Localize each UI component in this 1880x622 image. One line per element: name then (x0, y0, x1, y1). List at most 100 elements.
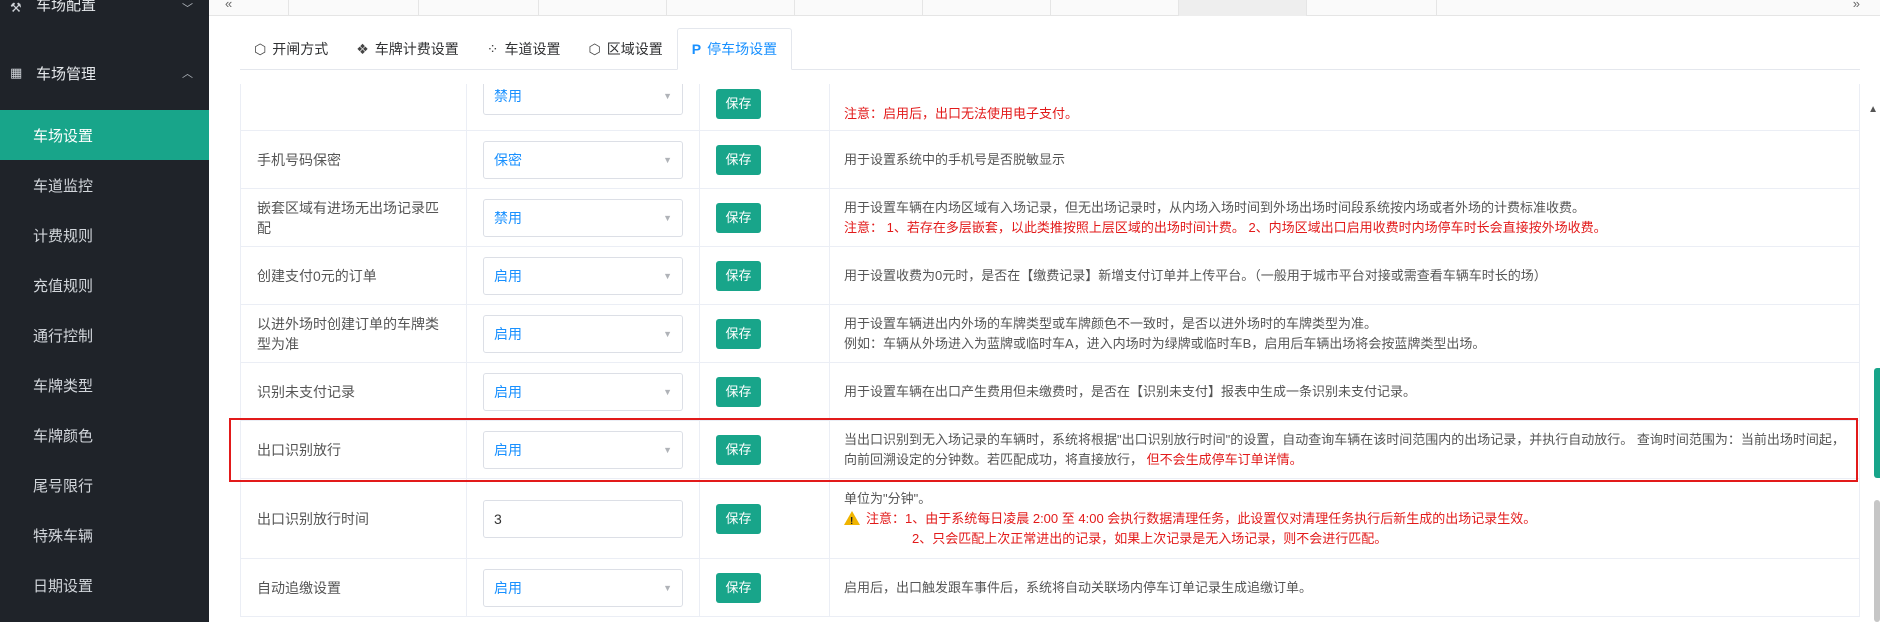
layers-icon: ❖ (356, 40, 369, 57)
sidebar-item-special-vehicles[interactable]: 特殊车辆 (0, 510, 209, 560)
select-value: 保密 (494, 151, 522, 168)
save-button[interactable]: 保存 (716, 144, 761, 175)
setting-select[interactable]: 启用 ▼ (483, 568, 683, 607)
select-value: 启用 (494, 441, 522, 458)
scroll-left-icon[interactable]: « (225, 0, 232, 11)
setting-select[interactable]: 禁用 ▼ (483, 84, 683, 115)
table-row: 嵌套区域有进场无出场记录匹配 禁用 ▼ 保存 用于设置车辆在内场区域有入场记录，… (240, 188, 1860, 247)
sidebar-item-label: 车场设置 (33, 127, 94, 145)
sidebar-item-recharge-rules[interactable]: 充值规则 (0, 260, 209, 310)
setting-note: 注意： 1、若存在多层嵌套，以此类推按照上层区域的出场时间计费。 2、内场区域出… (844, 219, 1607, 235)
setting-note: 注意：启用后，出口无法使用电子支付。 (844, 106, 1079, 121)
sidebar-item-label: 充值规则 (33, 277, 94, 295)
tab-area-settings[interactable]: ⬡ 区域设置 (575, 28, 677, 70)
setting-select[interactable]: 禁用 ▼ (483, 198, 683, 237)
page-tab[interactable] (289, 0, 419, 16)
chevron-down-icon: ▼ (663, 91, 672, 101)
chevron-down-icon: ▼ (663, 386, 672, 397)
chevron-down-icon: ▼ (663, 444, 672, 455)
page-tab[interactable] (1307, 0, 1437, 16)
page-tab[interactable] (1051, 0, 1179, 16)
parking-icon: P (691, 41, 702, 57)
setting-name: 嵌套区域有进场无出场记录匹配 (240, 188, 467, 247)
chevron-down-icon: ▼ (663, 212, 672, 223)
box-icon: ⬡ (588, 40, 601, 57)
chevron-down-icon: ▼ (663, 270, 672, 281)
sidebar-item-label: 日期设置 (33, 577, 94, 595)
save-button[interactable]: 保存 (716, 318, 761, 349)
select-value: 禁用 (494, 88, 522, 104)
floating-side-tab[interactable] (1874, 368, 1880, 478)
sidebar-item-access-control[interactable]: 通行控制 (0, 310, 209, 360)
page-tab[interactable] (539, 0, 667, 16)
setting-note: 2、只会匹配上次正常进出的记录，如果上次记录是无入场记录，则不会进行匹配。 (912, 530, 1388, 546)
setting-select[interactable]: 启用 ▼ (483, 314, 683, 353)
save-button[interactable]: 保存 (716, 260, 761, 291)
sidebar-group-label: 车场配置 (36, 0, 97, 14)
table-row: 出口识别放行 启用 ▼ 保存 当出口识别到无入场记录的车辆时，系统将根据"出口识… (240, 420, 1860, 479)
tab-label: 开闸方式 (272, 41, 329, 57)
save-button[interactable]: 保存 (716, 503, 761, 534)
setting-note-line: 注意：1、由于系统每日凌晨 2:00 至 4:00 会执行数据清理任务，此设置仅… (844, 509, 1845, 532)
table-row: 禁用 ▼ 保存 注意：启用后，出口无法使用电子支付。 (240, 84, 1860, 131)
sidebar-item-label: 车道监控 (33, 177, 94, 195)
sidebar-group-parking-manage[interactable]: ▦ 车场管理 ︿ (0, 50, 209, 96)
save-button[interactable]: 保存 (716, 376, 761, 407)
select-value: 启用 (494, 267, 522, 284)
setting-description: 单位为"分钟"。 (844, 490, 932, 506)
release-time-input[interactable]: 3 (483, 499, 683, 538)
tab-lane-settings[interactable]: ⁘ 车道设置 (473, 28, 575, 70)
setting-example: 例如：车辆从外场进入为蓝牌或临时车A，进入内场时为绿牌或临时车B，启用后车辆出场… (844, 335, 1486, 351)
tools-icon: ⚒ (10, 0, 22, 15)
save-button[interactable]: 保存 (716, 202, 761, 233)
settings-table: 禁用 ▼ 保存 注意：启用后，出口无法使用电子支付。 手机号码保密 保密 ▼ 保… (240, 84, 1860, 622)
chevron-down-icon: ▼ (663, 328, 672, 339)
chevron-up-icon: ︿ (182, 68, 193, 80)
table-row: 创建支付0元的订单 启用 ▼ 保存 用于设置收费为0元时，是否在【缴费记录】新增… (240, 246, 1860, 305)
table-row: 识别未支付记录 启用 ▼ 保存 用于设置车辆在出口产生费用但未缴费时，是否在【识… (240, 362, 1860, 421)
save-button[interactable]: 保存 (716, 434, 761, 465)
setting-name: 出口识别放行时间 (240, 478, 467, 559)
setting-description: 用于设置车辆进出内外场的车牌类型或车牌颜色不一致时，是否以进外场时的车牌类型为准… (844, 315, 1378, 331)
page-tab[interactable] (667, 0, 795, 16)
setting-select[interactable]: 启用 ▼ (483, 372, 683, 411)
setting-description: 用于设置车辆在内场区域有入场记录，但无出场记录时，从内场入场时间到外场出场时间段… (844, 199, 1586, 215)
page-tab[interactable] (419, 0, 539, 16)
setting-description: 用于设置收费为0元时，是否在【缴费记录】新增支付订单并上传平台。（一般用于城市平… (844, 267, 1547, 283)
sidebar-group-parking-config[interactable]: ⚒ 车场配置 ﹀ (0, 0, 209, 18)
tab-label: 停车场设置 (707, 41, 778, 57)
cube-icon: ⬡ (254, 40, 267, 57)
setting-select[interactable]: 启用 ▼ (483, 256, 683, 295)
page-tab-active[interactable] (1179, 0, 1307, 16)
scroll-up-icon[interactable]: ▲ (1868, 104, 1878, 115)
page-tab[interactable] (923, 0, 1051, 16)
chevron-down-icon: ▼ (663, 582, 672, 593)
sidebar-item-date-settings[interactable]: 日期设置 (0, 560, 209, 610)
save-button[interactable]: 保存 (716, 572, 761, 603)
select-value: 启用 (494, 579, 522, 596)
setting-name: 识别未支付记录 (240, 362, 467, 421)
nodes-icon: ⁘ (486, 40, 499, 57)
sidebar-item-tail-restriction[interactable]: 尾号限行 (0, 460, 209, 510)
sidebar-item-lane-monitor[interactable]: 车道监控 (0, 160, 209, 210)
chevron-down-icon: ﹀ (182, 3, 193, 15)
page-tab-bar: « » (209, 0, 1880, 16)
tab-plate-billing[interactable]: ❖ 车牌计费设置 (342, 28, 473, 70)
sidebar-item-plate-colors[interactable]: 车牌颜色 (0, 410, 209, 460)
sidebar-item-label: 车牌颜色 (33, 427, 94, 445)
scrollbar[interactable] (1874, 500, 1880, 622)
page-tab[interactable] (795, 0, 923, 16)
setting-select[interactable]: 启用 ▼ (483, 430, 683, 469)
setting-select[interactable]: 保密 ▼ (483, 140, 683, 179)
tab-parking-settings[interactable]: P 停车场设置 (676, 28, 793, 70)
input-value: 3 (494, 510, 502, 527)
setting-note: 注意：1、由于系统每日凌晨 2:00 至 4:00 会执行数据清理任务，此设置仅… (866, 510, 1537, 526)
sidebar-item-billing-rules[interactable]: 计费规则 (0, 210, 209, 260)
save-button[interactable]: 保存 (716, 88, 761, 119)
select-value: 启用 (494, 325, 522, 342)
page-tab[interactable] (249, 0, 289, 16)
scroll-right-icon[interactable]: » (1853, 0, 1860, 11)
sidebar-item-plate-types[interactable]: 车牌类型 (0, 360, 209, 410)
sidebar-item-parking-settings[interactable]: 车场设置 (0, 110, 209, 160)
tab-gate-mode[interactable]: ⬡ 开闸方式 (240, 28, 342, 70)
